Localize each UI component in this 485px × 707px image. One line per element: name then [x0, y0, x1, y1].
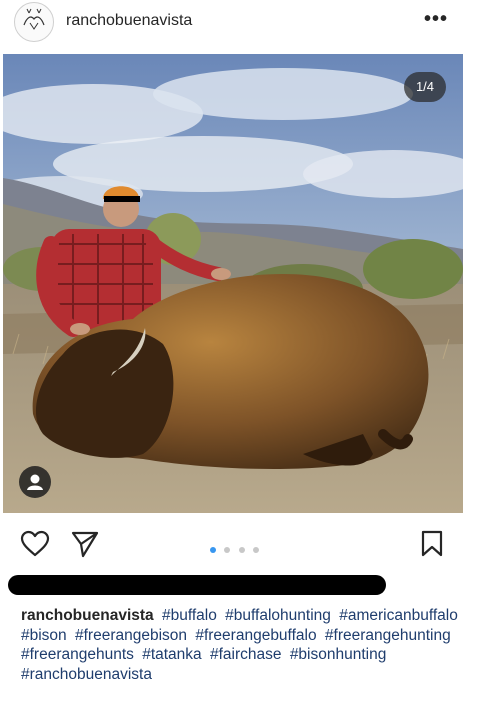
hashtag-link[interactable]: #freerangehunts — [21, 646, 134, 663]
carousel-dot — [224, 547, 231, 553]
carousel-indicator — [210, 540, 263, 558]
hashtag-link[interactable]: #buffalohunting — [225, 607, 331, 624]
image-counter: 1/4 — [404, 72, 446, 102]
post-photo[interactable] — [3, 54, 463, 513]
hashtag-link[interactable]: #freerangehunting — [325, 627, 451, 644]
post-header: ranchobuenavista ••• — [0, 0, 485, 46]
hashtag-link[interactable]: #fairchase — [210, 646, 282, 663]
bookmark-icon[interactable] — [420, 530, 444, 563]
post-caption: ranchobuenavista #buffalo #buffalohuntin… — [21, 606, 471, 684]
send-icon[interactable] — [70, 530, 100, 563]
carousel-dot-active — [210, 547, 216, 553]
user-tag-icon[interactable] — [19, 466, 51, 498]
more-options-icon[interactable]: ••• — [424, 8, 448, 31]
redacted-likes-line — [8, 575, 386, 595]
hashtag-link[interactable]: #bison — [21, 627, 67, 644]
caption-username[interactable]: ranchobuenavista — [21, 607, 154, 624]
hashtag-link[interactable]: #bisonhunting — [290, 646, 387, 663]
hashtag-link[interactable]: #freerangebison — [75, 627, 187, 644]
hashtag-link[interactable]: #americanbuffalo — [339, 607, 458, 624]
carousel-dot — [238, 547, 245, 553]
hashtag-link[interactable]: #buffalo — [162, 607, 217, 624]
avatar[interactable] — [14, 2, 54, 42]
heart-icon[interactable] — [20, 530, 50, 563]
hashtag-link[interactable]: #freerangebuffalo — [195, 627, 316, 644]
hashtag-link[interactable]: #ranchobuenavista — [21, 666, 152, 683]
post-username[interactable]: ranchobuenavista — [66, 12, 192, 30]
carousel-dot — [253, 547, 260, 553]
hashtag-link[interactable]: #tatanka — [142, 646, 201, 663]
